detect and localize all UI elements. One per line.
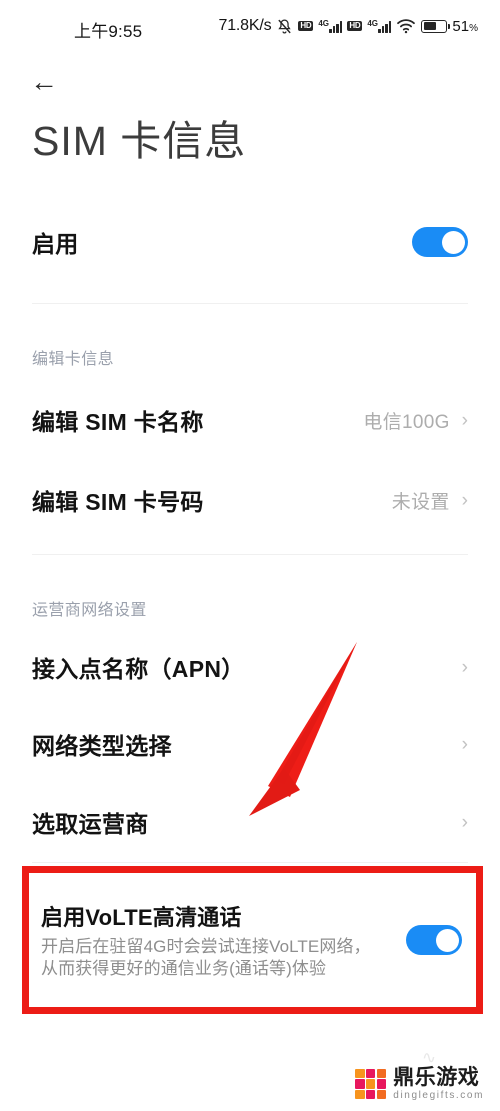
row-edit-sim-name[interactable]: 编辑 SIM 卡名称 电信100G › [0,398,500,442]
volte-title: 启用VoLTE高清通话 [41,904,242,930]
wifi-icon [396,18,416,34]
watermark: 鼎乐游戏 dinglegifts.com [355,1067,484,1101]
sim1-network-gen-label: 4G [318,18,330,28]
sim2-hd-badge: HD [347,21,363,31]
chevron-right-icon: › [461,409,468,431]
sim1-signal-group: 4G [318,18,343,33]
watermark-name-en: dinglegifts.com [393,1090,484,1101]
enable-row[interactable]: 启用 [0,219,500,265]
status-clock: 上午9:55 [74,22,143,41]
section-label-edit-card: 编辑卡信息 [32,351,115,368]
sim2-status-group: HD [347,21,363,31]
row-network-type[interactable]: 网络类型选择 › [0,722,500,766]
row-edit-sim-number-value: 未设置 [391,491,450,513]
watermark-logo-icon [355,1068,387,1100]
sim1-hd-badge: HD [298,21,314,31]
row-edit-sim-name-label: 编辑 SIM 卡名称 [32,409,204,435]
row-edit-sim-number[interactable]: 编辑 SIM 卡号码 未设置 › [0,478,500,522]
volte-toggle[interactable] [406,925,462,955]
status-bar: 上午9:55 71.8K/s HD 4G HD 4G 51% [0,0,500,52]
battery-icon [421,19,451,33]
sim1-status-group: HD [298,21,314,31]
chevron-right-icon: › [461,733,468,755]
sim-card-info-screen: 上午9:55 71.8K/s HD 4G HD 4G 51% ← SIM 卡信息… [0,0,500,1111]
watermark-text: 鼎乐游戏 dinglegifts.com [393,1067,484,1101]
enable-row-label: 启用 [32,231,79,257]
divider-2 [32,554,468,555]
chevron-right-icon: › [461,656,468,678]
sim2-signal-group: 4G [367,18,392,33]
row-select-carrier-label: 选取运营商 [32,811,149,837]
volte-row[interactable]: 启用VoLTE高清通话 开启后在驻留4G时会尝试连接VoLTE网络，从而获得更好… [29,873,476,1007]
back-arrow-icon[interactable]: ← [30,62,74,102]
sim2-signal-bars-icon [378,20,392,33]
sim1-signal-bars-icon [329,20,343,33]
page-title: SIM 卡信息 [32,118,247,164]
section-label-carrier-network: 运营商网络设置 [32,602,147,619]
network-speed-text: 71.8K/s [218,17,272,34]
divider-3 [32,862,468,863]
volte-highlight-box: 启用VoLTE高清通话 开启后在驻留4G时会尝试连接VoLTE网络，从而获得更好… [22,866,483,1014]
sim2-network-gen-label: 4G [367,18,379,28]
chevron-right-icon: › [461,811,468,833]
divider-1 [32,303,468,304]
row-network-type-label: 网络类型选择 [32,733,172,759]
row-edit-sim-number-label: 编辑 SIM 卡号码 [32,489,204,515]
row-select-carrier[interactable]: 选取运营商 › [0,800,500,844]
chevron-right-icon: › [461,489,468,511]
row-apn-label: 接入点名称（APN） [32,656,245,682]
volte-description: 开启后在驻留4G时会尝试连接VoLTE网络，从而获得更好的通信业务(通话等)体验 [41,936,371,978]
battery-percent-label: 51% [452,17,478,35]
row-edit-sim-name-value: 电信100G [363,411,450,433]
status-icons: 71.8K/s HD 4G HD 4G 51% [219,15,478,37]
row-apn[interactable]: 接入点名称（APN） › [0,645,500,689]
enable-toggle[interactable] [412,227,468,257]
volte-text-group: 启用VoLTE高清通话 开启后在驻留4G时会尝试连接VoLTE网络，从而获得更好… [41,900,371,981]
partial-cutoff-element: ∿ [421,1048,437,1067]
watermark-name-cn: 鼎乐游戏 [393,1066,480,1089]
mute-bell-icon [276,18,293,35]
